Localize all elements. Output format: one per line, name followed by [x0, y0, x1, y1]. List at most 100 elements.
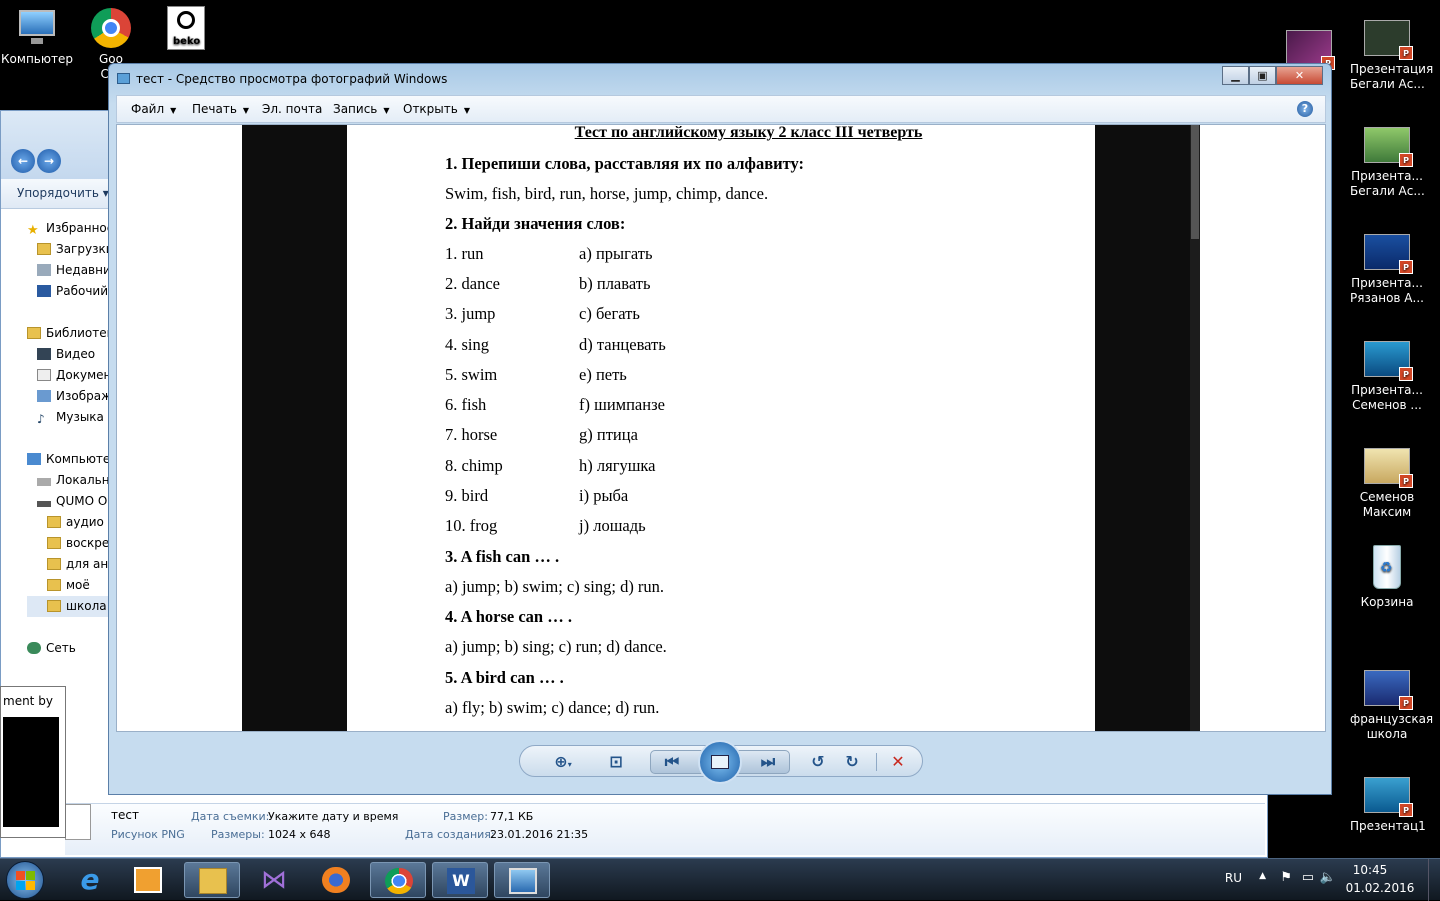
doc-task-1-words: Swim, fish, bird, run, horse, jump, chim… [445, 184, 769, 203]
back-arrow-icon[interactable]: ← [11, 149, 35, 173]
close-button[interactable]: ✕ [1276, 66, 1323, 85]
taskbar-photo-viewer[interactable] [494, 862, 550, 898]
drive-icon [37, 478, 51, 486]
desktop-icon-label: Компьютер [1, 52, 73, 66]
powerpoint-file-icon: P [1363, 339, 1413, 381]
start-button[interactable] [6, 861, 44, 899]
rotate-right-icon[interactable]: ↻ [840, 752, 864, 772]
desktop-icon-label: Презентация Бегали Ас... [1350, 62, 1434, 91]
test-document-image: Тест по английскому языку 2 класс III че… [347, 124, 1095, 731]
file-type: Рисунок PNG [111, 828, 185, 841]
rotate-left-icon[interactable]: ↺ [806, 752, 830, 772]
document-icon [37, 369, 51, 381]
window-controls: ▁ ▣ ✕ [1222, 66, 1323, 85]
chevron-down-icon: ▼ [242, 106, 250, 115]
file-name: тест [111, 808, 139, 822]
chevron-down-icon: ▼ [463, 106, 470, 115]
zoom-icon[interactable]: ⊕▾ [546, 752, 580, 772]
image-scrollbar[interactable] [1190, 125, 1200, 731]
image-icon [37, 390, 51, 402]
desktop-icon-presentation-2[interactable]: P Призента... Бегали Ас... [1350, 125, 1425, 199]
doc-pair-ru: f) шимпанзе [579, 395, 665, 414]
menu-file[interactable]: Файл ▼ [131, 102, 176, 116]
menu-bar: Файл ▼ Печать ▼ Эл. почта Запись ▼ Открыть ▼… [116, 95, 1326, 123]
recycle-bin-icon: ♻ [1363, 543, 1411, 591]
taskbar-media-player[interactable] [120, 862, 176, 898]
menu-open[interactable]: Открыть ▼ [403, 102, 470, 116]
network-icon [27, 642, 41, 654]
chrome-icon [87, 8, 135, 48]
dimensions-value: 1024 x 648 [268, 828, 331, 841]
menu-print[interactable]: Печать ▼ [192, 102, 249, 116]
viewer-toolbar: ⊕▾ ⊡ ⏮ ⏭ ↺ ↻ ✕ [519, 740, 923, 784]
doc-pair-en: 3. jump [445, 304, 496, 323]
organize-button[interactable]: Упорядочить ▾ [17, 186, 109, 200]
scrollbar-thumb[interactable] [1191, 125, 1199, 239]
image-canvas[interactable]: Тест по английскому языку 2 класс III че… [116, 124, 1326, 732]
powerpoint-file-icon: P [1363, 668, 1413, 710]
forward-arrow-icon[interactable]: → [37, 149, 61, 173]
desktop-icon-presentation-5[interactable]: P Семенов Максим [1350, 446, 1424, 520]
folder-icon [199, 868, 227, 894]
size-value: 77,1 КБ [490, 810, 534, 823]
next-icon[interactable]: ⏭ [756, 752, 780, 772]
volume-icon[interactable]: 🔈 [1320, 870, 1336, 885]
language-indicator[interactable]: RU [1225, 871, 1242, 885]
clock-date[interactable]: 01.02.2016 [1340, 881, 1420, 895]
network-icon[interactable]: ▭ [1302, 870, 1314, 885]
actual-size-icon[interactable]: ⊡ [604, 752, 628, 772]
menu-burn[interactable]: Запись ▼ [333, 102, 390, 116]
desktop-icon [37, 285, 51, 297]
doc-pair-ru: h) лягушка [579, 456, 656, 475]
doc-title: Тест по английскому языку 2 класс III че… [574, 124, 923, 141]
desktop-icon-presentation-7[interactable]: P Презентац1 [1350, 775, 1426, 834]
desktop-icon-presentation-3[interactable]: P Призента... Рязанов А... [1350, 232, 1424, 306]
minimize-button[interactable]: ▁ [1222, 66, 1249, 85]
previous-icon[interactable]: ⏮ [660, 752, 684, 772]
taskbar: e ⋈ W RU ▲ ⚑ ▭ 🔈 10:45 01.02.2016 [0, 858, 1440, 901]
chevron-down-icon: ▼ [383, 106, 390, 115]
desktop-icon-presentation-1[interactable]: P Презентация Бегали Ас... [1350, 18, 1434, 92]
delete-icon[interactable]: ✕ [886, 752, 910, 772]
doc-pair-en: 4. sing [445, 335, 490, 354]
taskbar-explorer[interactable] [184, 862, 240, 898]
doc-pair-ru: a) прыгать [579, 244, 653, 263]
powerpoint-file-icon: P [1363, 18, 1413, 60]
recent-places-icon [37, 264, 51, 276]
small-window[interactable]: ment by ... [0, 686, 66, 838]
powerpoint-file-icon: P [1363, 232, 1413, 274]
maximize-button[interactable]: ▣ [1249, 66, 1276, 85]
chrome-icon [385, 868, 413, 894]
dimensions-label: Размеры: [211, 828, 265, 841]
doc-task-1: 1. Перепиши слова, расставляя их по алфа… [445, 154, 805, 173]
size-label: Размер: [443, 810, 488, 823]
taskbar-visual-studio[interactable]: ⋈ [246, 862, 302, 898]
folder-icon [47, 516, 61, 528]
taskbar-chrome[interactable] [370, 862, 426, 898]
internet-explorer-icon: e [80, 863, 100, 896]
taskbar-word[interactable]: W [432, 862, 488, 898]
drive-icon [37, 501, 51, 507]
photo-viewer-window[interactable]: тест - Средство просмотра фотографий Win… [108, 63, 1332, 795]
folder-icon [47, 558, 61, 570]
show-hidden-icons-icon[interactable]: ▲ [1259, 871, 1266, 881]
window-title: тест - Средство просмотра фотографий Win… [117, 72, 447, 86]
slideshow-button[interactable] [698, 740, 742, 784]
desktop-icon-computer[interactable]: Компьютер [0, 8, 74, 67]
action-center-flag-icon[interactable]: ⚑ [1280, 870, 1292, 885]
desktop-icon-beko[interactable]: beko [148, 6, 222, 50]
desktop-icon-presentation-4[interactable]: P Призента... Семенов ... [1350, 339, 1424, 413]
show-desktop-button[interactable] [1428, 859, 1440, 901]
desktop-icon-recycle-bin[interactable]: ♻ Корзина [1350, 543, 1424, 610]
doc-task-5-options: a) fly; b) swim; c) dance; d) run. [445, 698, 660, 717]
doc-task-5: 5. A bird can … . [445, 668, 564, 687]
doc-pair-en: 10. frog [445, 516, 498, 535]
date-taken-value[interactable]: Укажите дату и время [268, 810, 398, 823]
taskbar-internet-explorer[interactable]: e [62, 862, 118, 898]
powerpoint-file-icon: P [1363, 775, 1413, 817]
desktop-icon-presentation-6[interactable]: P французская школа [1350, 668, 1433, 742]
taskbar-firefox[interactable] [308, 862, 364, 898]
menu-email[interactable]: Эл. почта [262, 102, 322, 116]
help-icon[interactable]: ? [1297, 101, 1313, 117]
clock-time[interactable]: 10:45 [1340, 863, 1400, 877]
